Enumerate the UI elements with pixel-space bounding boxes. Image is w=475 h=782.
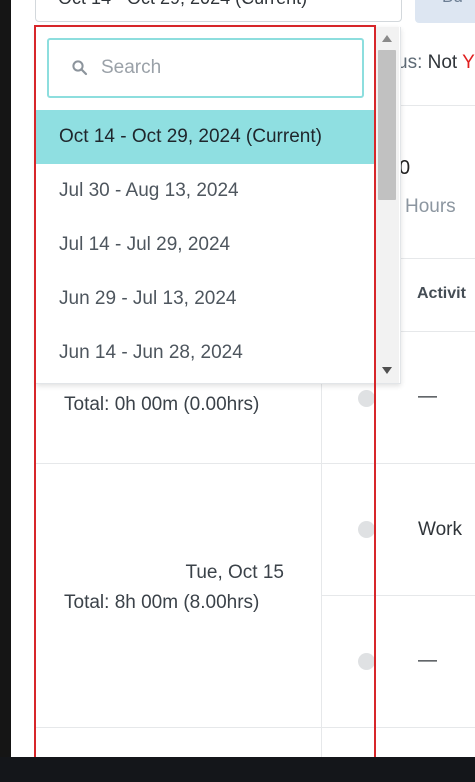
status-line: us: Not Y (397, 52, 475, 74)
day-total: Total: 0h 00m (0.00hrs) (64, 394, 260, 415)
triangle-down-icon[interactable] (375, 359, 399, 381)
status-dot (358, 390, 375, 407)
search-icon (72, 60, 88, 76)
hours-label: Hours (405, 196, 456, 217)
day-total: Total: 8h 00m (8.00hrs) (64, 592, 260, 613)
top-action-button-label: Bu (442, 0, 475, 8)
activity-cell: — (418, 386, 437, 407)
period-select[interactable]: Oct 14 - Oct 29, 2024 (Current) (35, 0, 402, 22)
period-option[interactable]: Oct 14 - Oct 29, 2024 (Current) (36, 110, 375, 164)
status-dot (358, 521, 375, 538)
window-edge (0, 0, 11, 782)
period-option[interactable]: Jul 14 - Jul 29, 2024 (36, 218, 375, 272)
activity-column-header: Activit (417, 285, 466, 302)
period-select-value: Oct 14 - Oct 29, 2024 (Current) (58, 0, 379, 9)
row-divider (36, 727, 475, 728)
period-dropdown: Oct 14 - Oct 29, 2024 (Current) Jul 30 -… (36, 27, 401, 384)
status-value: Not (427, 52, 463, 73)
bottom-bar (0, 757, 475, 782)
status-dot (358, 653, 375, 670)
scrollbar-thumb[interactable] (378, 50, 396, 200)
period-option[interactable]: Jul 30 - Aug 13, 2024 (36, 164, 375, 218)
search-box[interactable] (47, 38, 364, 98)
entry-divider (321, 595, 475, 596)
triangle-up-icon[interactable] (375, 27, 399, 49)
top-action-button[interactable]: Bu (415, 0, 475, 23)
period-options-list: Oct 14 - Oct 29, 2024 (Current) Jul 30 -… (36, 110, 375, 380)
dropdown-scrollbar[interactable] (375, 27, 399, 383)
activity-cell[interactable]: Work (418, 519, 462, 541)
period-option[interactable]: Jun 29 - Jul 13, 2024 (36, 272, 375, 326)
search-input[interactable] (101, 40, 351, 96)
activity-cell: — (418, 650, 437, 671)
status-value-red: Y (462, 52, 475, 73)
timesheet-screen: Oct 14 - Oct 29, 2024 (Current) Bu us: N… (0, 0, 475, 782)
day-date: Tue, Oct 15 (185, 562, 284, 583)
row-divider (36, 463, 475, 464)
period-option[interactable]: Jun 14 - Jun 28, 2024 (36, 326, 375, 380)
